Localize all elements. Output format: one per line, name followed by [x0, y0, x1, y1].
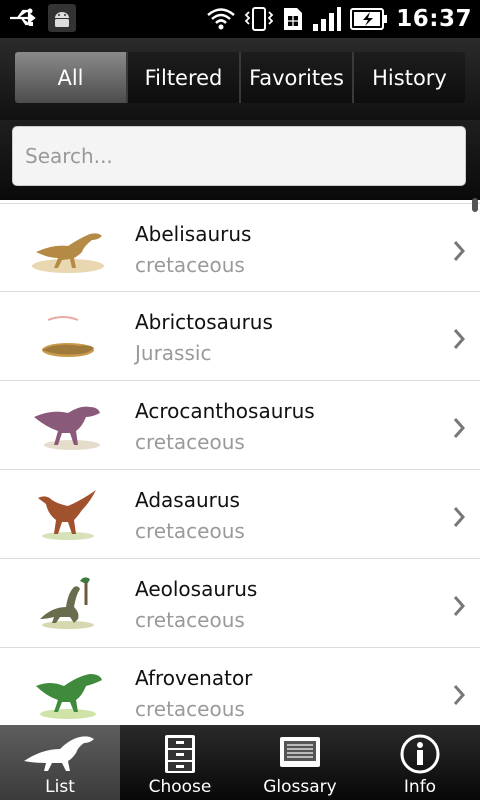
android-debug-icon [48, 4, 76, 32]
item-period: cretaceous [135, 430, 245, 454]
chevron-right-icon [453, 329, 466, 349]
clock: 16:37 [396, 6, 472, 32]
list-item[interactable]: Aeolosaurus cretaceous [0, 559, 480, 648]
item-period: cretaceous [135, 608, 245, 632]
list-item[interactable]: Abrictosaurus Jurassic [0, 292, 480, 381]
nav-glossary-label: Glossary [263, 777, 337, 797]
chevron-right-icon [453, 418, 466, 438]
dinosaur-thumbnail [38, 490, 96, 540]
item-period: cretaceous [135, 519, 245, 543]
item-name: Abrictosaurus [135, 310, 273, 334]
dinosaur-thumbnail [42, 316, 94, 357]
dinosaur-thumbnail [40, 577, 94, 629]
item-name: Aeolosaurus [135, 577, 258, 601]
cabinet-icon [165, 735, 195, 773]
tab-bar: All Filtered Favorites History [15, 52, 465, 103]
item-name: Afrovenator [135, 666, 253, 690]
nav-list[interactable]: List [0, 725, 120, 800]
nav-list-label: List [45, 777, 75, 797]
status-bar: 16:37 [0, 0, 480, 38]
nav-choose-label: Choose [148, 777, 212, 797]
chevron-right-icon [453, 241, 466, 261]
list-item[interactable]: Acrocanthosaurus cretaceous [0, 381, 480, 470]
bottom-nav: List Choose Glossary Info [0, 725, 480, 800]
chevron-right-icon [453, 596, 466, 616]
chevron-right-icon [453, 685, 466, 705]
item-name: Acrocanthosaurus [135, 399, 315, 423]
chevron-right-icon [453, 507, 466, 527]
list-scrollbar[interactable] [472, 198, 478, 212]
item-period: Jurassic [135, 341, 212, 365]
list-item[interactable]: Abelisaurus cretaceous [0, 203, 480, 292]
search-area [0, 120, 480, 200]
dinosaur-list[interactable]: Abelisaurus cretaceous Abrictosaurus Jur… [0, 203, 480, 725]
tab-header: All Filtered Favorites History [0, 38, 480, 120]
list-item[interactable]: Afrovenator cretaceous [0, 648, 480, 725]
item-name: Abelisaurus [135, 222, 252, 246]
signal-icon [312, 6, 342, 32]
tab-all[interactable]: All [15, 52, 126, 103]
search-input[interactable] [12, 126, 466, 186]
list-item[interactable]: Adasaurus cretaceous [0, 470, 480, 559]
vibrate-icon [244, 6, 274, 32]
info-icon [400, 734, 440, 774]
usb-icon [8, 7, 40, 29]
tab-filtered[interactable]: Filtered [126, 52, 239, 103]
dinosaur-thumbnail [36, 674, 102, 719]
nav-glossary[interactable]: Glossary [240, 725, 360, 800]
nav-choose[interactable]: Choose [120, 725, 240, 800]
wifi-icon [206, 7, 236, 31]
nav-info-label: Info [403, 777, 437, 797]
item-name: Adasaurus [135, 488, 240, 512]
item-period: cretaceous [135, 253, 245, 277]
item-period: cretaceous [135, 697, 245, 721]
tab-history[interactable]: History [352, 52, 465, 103]
dinosaur-thumbnail [34, 406, 100, 450]
nav-info[interactable]: Info [360, 725, 480, 800]
battery-charging-icon [350, 6, 388, 32]
sim-icon [282, 6, 304, 32]
dinosaur-icon [24, 736, 94, 771]
tab-favorites[interactable]: Favorites [239, 52, 352, 103]
book-icon [280, 737, 320, 767]
dinosaur-thumbnail [32, 233, 104, 273]
